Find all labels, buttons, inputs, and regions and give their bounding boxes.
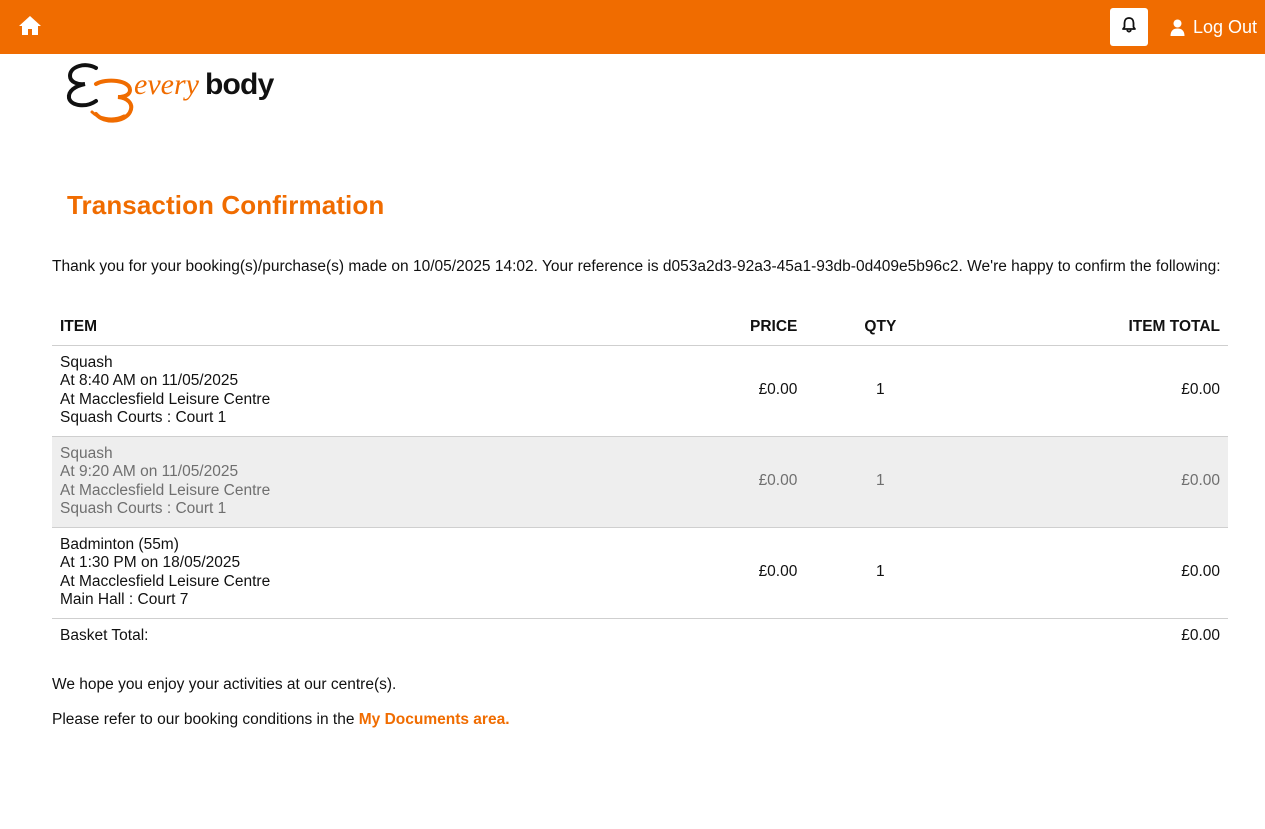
everybody-logo[interactable]: every body (66, 60, 286, 128)
home-icon[interactable] (18, 15, 44, 39)
logo-text-body: body (205, 68, 275, 101)
bell-icon (1120, 16, 1138, 39)
item-qty: 1 (805, 527, 956, 619)
item-price: £0.00 (625, 436, 806, 528)
item-total: £0.00 (955, 345, 1228, 437)
item-details: Squash At 9:20 AM on 11/05/2025 At Maccl… (52, 436, 626, 528)
user-icon (1170, 19, 1185, 36)
basket-total-row: Basket Total: £0.00 (52, 618, 1228, 652)
my-documents-link[interactable]: My Documents area. (359, 711, 510, 728)
page-title: Transaction Confirmation (67, 190, 385, 220)
item-activity: Squash (60, 353, 113, 371)
item-location: Squash Courts : Court 1 (60, 499, 227, 517)
column-header-qty: QTY (805, 310, 956, 346)
item-price: £0.00 (625, 345, 806, 437)
item-details: Badminton (55m) At 1:30 PM on 18/05/2025… (52, 527, 626, 619)
logo-text-every: every (134, 68, 200, 101)
item-location: Squash Courts : Court 1 (60, 408, 227, 426)
item-price: £0.00 (625, 527, 806, 619)
table-header-row: ITEM PRICE QTY ITEM TOTAL (52, 310, 1228, 346)
logout-button[interactable]: Log Out (1170, 14, 1257, 40)
column-header-price: PRICE (625, 310, 806, 346)
table-row: Squash At 9:20 AM on 11/05/2025 At Maccl… (52, 436, 1228, 528)
item-time: At 8:40 AM on 11/05/2025 (60, 372, 239, 390)
column-header-item-total: ITEM TOTAL (955, 310, 1228, 346)
item-qty: 1 (805, 436, 956, 528)
enjoy-message: We hope you enjoy your activities at our… (52, 676, 397, 693)
booking-conditions-text: Please refer to our booking conditions i… (52, 711, 359, 728)
item-venue: At Macclesfield Leisure Centre (60, 572, 271, 590)
basket-total-label: Basket Total: (60, 627, 149, 645)
item-time: At 9:20 AM on 11/05/2025 (60, 463, 239, 481)
logout-label: Log Out (1193, 16, 1258, 37)
booking-conditions-note: Please refer to our booking conditions i… (52, 711, 510, 729)
basket-total-value: £0.00 (1181, 627, 1220, 645)
table-row: Badminton (55m) At 1:30 PM on 18/05/2025… (52, 527, 1228, 619)
item-venue: At Macclesfield Leisure Centre (60, 390, 271, 408)
item-activity: Squash (60, 444, 113, 462)
item-time: At 1:30 PM on 18/05/2025 (60, 554, 241, 572)
table-row: Squash At 8:40 AM on 11/05/2025 At Maccl… (52, 345, 1228, 437)
column-header-item: ITEM (52, 310, 626, 346)
top-navigation-bar: Log Out (0, 0, 1265, 54)
item-total: £0.00 (955, 527, 1228, 619)
item-details: Squash At 8:40 AM on 11/05/2025 At Maccl… (52, 345, 626, 437)
item-activity: Badminton (55m) (60, 535, 179, 553)
item-location: Main Hall : Court 7 (60, 590, 189, 608)
notifications-button[interactable] (1110, 8, 1148, 46)
order-items-table: ITEM PRICE QTY ITEM TOTAL Squash At 8:40… (52, 310, 1228, 652)
item-total: £0.00 (955, 436, 1228, 528)
item-venue: At Macclesfield Leisure Centre (60, 481, 271, 499)
item-qty: 1 (805, 345, 956, 437)
confirmation-intro: Thank you for your booking(s)/purchase(s… (52, 258, 1221, 275)
